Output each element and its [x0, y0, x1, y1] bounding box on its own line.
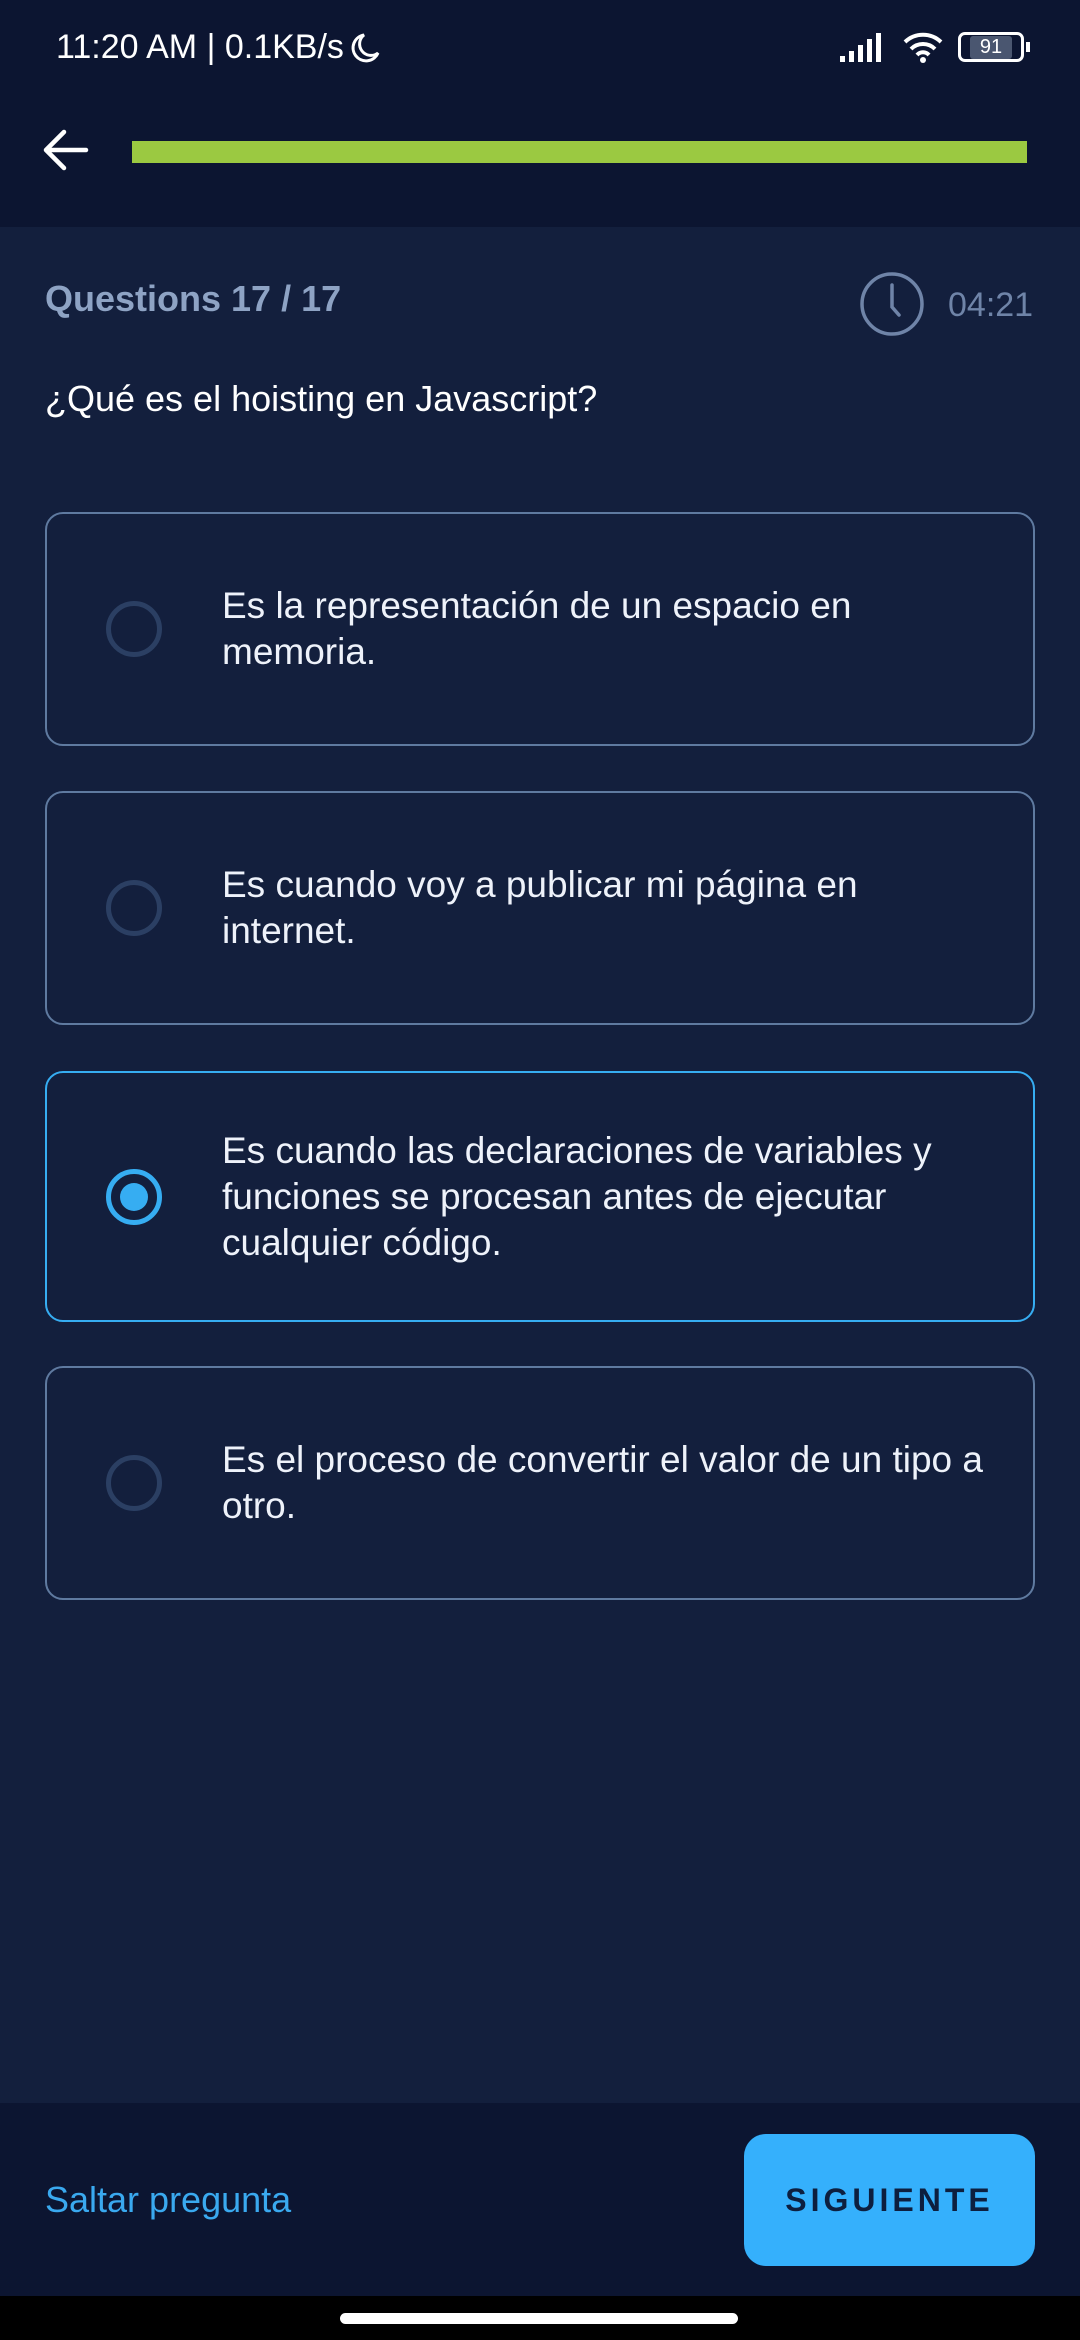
- answer-text: Es la representación de un espacio en me…: [222, 585, 852, 672]
- radio-button[interactable]: [106, 1455, 162, 1511]
- answer-option-3[interactable]: Es cuando las declaraciones de variables…: [45, 1071, 1035, 1322]
- quiz-progress-bar: [132, 141, 1027, 163]
- back-arrow-icon[interactable]: [40, 122, 96, 178]
- status-left: 11:20 AM | 0.1KB/s: [56, 28, 382, 67]
- status-bar: 11:20 AM | 0.1KB/s 91: [0, 0, 1080, 100]
- radio-button[interactable]: [106, 880, 162, 936]
- answer-text: Es cuando las declaraciones de variables…: [222, 1129, 932, 1263]
- status-time-speed: 11:20 AM | 0.1KB/s: [56, 28, 344, 66]
- radio-button[interactable]: [106, 601, 162, 657]
- answer-option-2[interactable]: Es cuando voy a publicar mi página en in…: [45, 791, 1035, 1025]
- answer-option-4[interactable]: Es el proceso de convertir el valor de u…: [45, 1366, 1035, 1600]
- status-right: 91: [840, 30, 1030, 64]
- battery-level: 91: [969, 35, 1013, 59]
- progress-fill: [132, 141, 1027, 163]
- bottom-bar: Saltar pregunta SIGUIENTE: [0, 2103, 1080, 2296]
- skip-question-link[interactable]: Saltar pregunta: [45, 2179, 291, 2221]
- question-text: ¿Qué es el hoisting en Javascript?: [45, 378, 598, 419]
- header: [0, 100, 1080, 227]
- question-counter: Questions 17 / 17: [45, 278, 342, 319]
- timer: 04:21: [948, 286, 1034, 324]
- answer-text: Es el proceso de convertir el valor de u…: [222, 1439, 983, 1526]
- answer-text: Es cuando voy a publicar mi página en in…: [222, 864, 858, 951]
- answer-option-1[interactable]: Es la representación de un espacio en me…: [45, 512, 1035, 746]
- next-button[interactable]: SIGUIENTE: [744, 2134, 1035, 2266]
- signal-icon: [840, 33, 881, 62]
- home-gesture-handle[interactable]: [340, 2313, 738, 2324]
- wifi-icon: [903, 32, 943, 63]
- battery-icon: 91: [958, 32, 1030, 62]
- radio-button-selected[interactable]: [106, 1168, 162, 1225]
- navigation-bar: [0, 2296, 1080, 2340]
- moon-icon: [351, 33, 380, 62]
- clock-icon: [860, 272, 924, 336]
